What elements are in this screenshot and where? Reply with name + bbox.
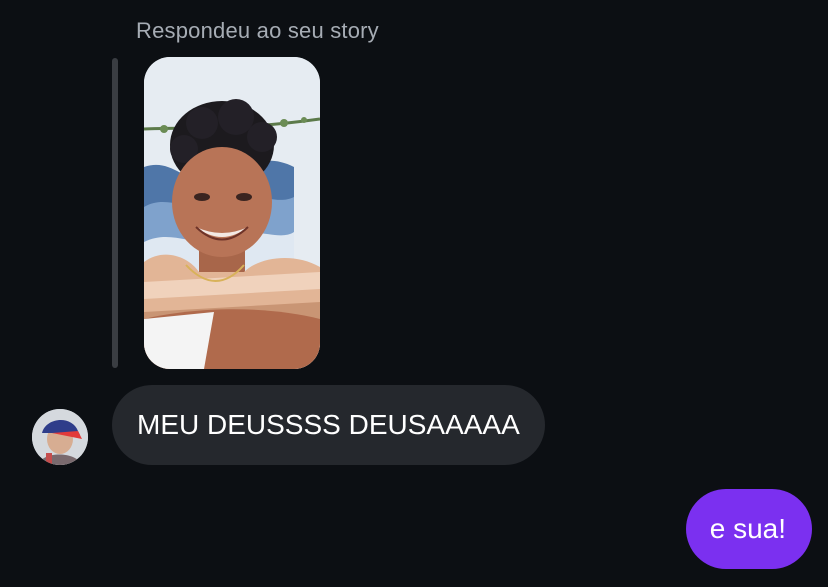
story-reply-label: Respondeu ao seu story (136, 18, 379, 43)
story-photo (144, 57, 320, 369)
outgoing-message-bubble[interactable]: e sua! (685, 489, 812, 569)
chat-thread: Respondeu ao seu story MEU DEUSSSS DEUSA… (0, 0, 828, 587)
incoming-message-bubble[interactable]: MEU DEUSSSS DEUSAAAAA (112, 385, 545, 465)
story-thumbnail[interactable] (144, 57, 320, 369)
avatar-photo (32, 409, 88, 465)
reply-quote-bar (112, 58, 118, 368)
sender-avatar[interactable] (32, 409, 88, 465)
